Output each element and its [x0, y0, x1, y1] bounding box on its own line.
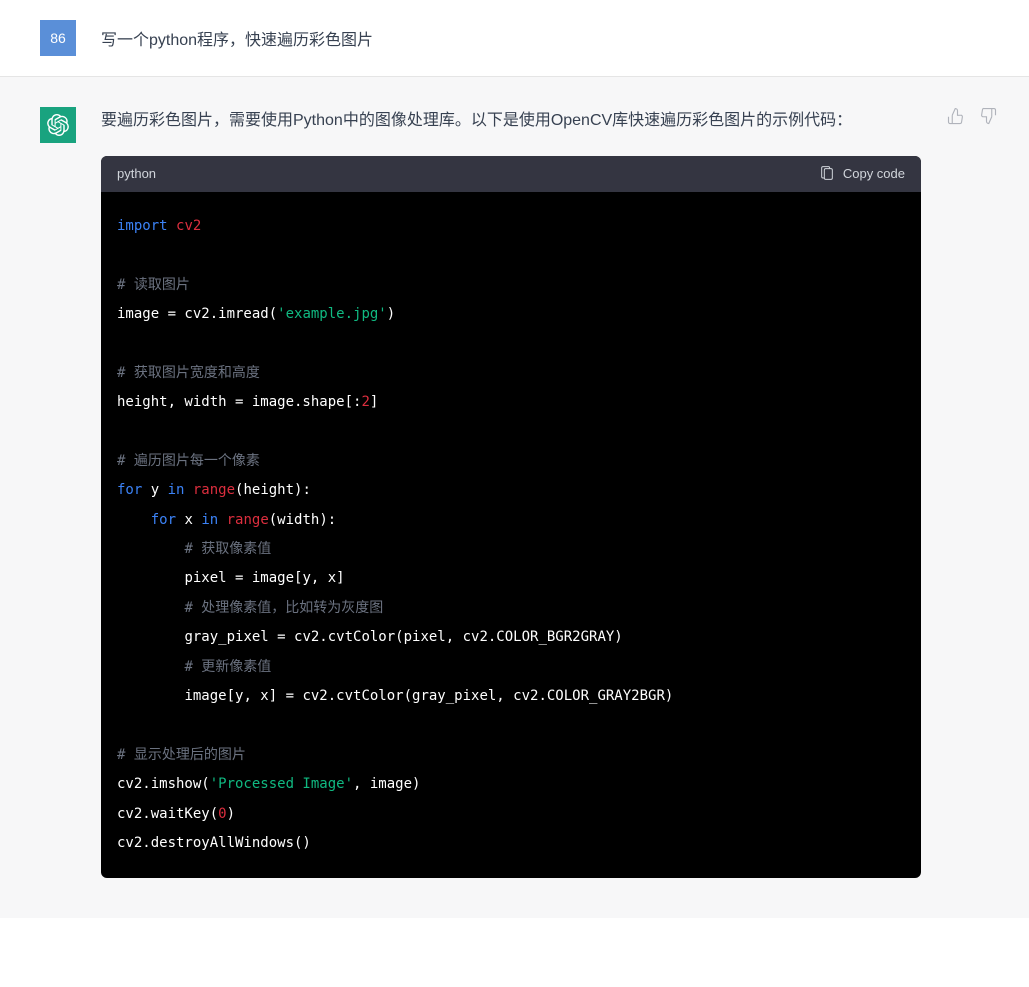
code-token: # 读取图片 — [117, 277, 190, 293]
code-token: import — [117, 218, 168, 234]
user-prompt-text: 写一个python程序，快速遍历彩色图片 — [101, 20, 373, 56]
assistant-message: 要遍历彩色图片，需要使用Python中的图像处理库。以下是使用OpenCV库快速… — [0, 76, 1029, 918]
thumbs-up-icon — [947, 107, 965, 125]
code-token: ) — [387, 306, 395, 322]
code-token: pixel = image[y, x] — [184, 570, 344, 586]
assistant-content: 要遍历彩色图片，需要使用Python中的图像处理库。以下是使用OpenCV库快速… — [101, 107, 921, 878]
thumbs-up-button[interactable] — [947, 107, 967, 127]
code-token: # 处理像素值，比如转为灰度图 — [184, 600, 383, 616]
code-token: for — [151, 512, 176, 528]
assistant-intro-text: 要遍历彩色图片，需要使用Python中的图像处理库。以下是使用OpenCV库快速… — [101, 107, 921, 136]
code-token: range — [184, 482, 235, 498]
user-avatar-badge: 86 — [40, 20, 76, 56]
code-token: # 获取像素值 — [184, 541, 271, 557]
code-language-label: python — [117, 166, 156, 181]
code-token: (height): — [235, 482, 311, 498]
code-token: gray_pixel = cv2.cvtColor(pixel, cv2.COL… — [184, 629, 622, 645]
code-token: # 获取图片宽度和高度 — [117, 365, 260, 381]
code-token: (width): — [269, 512, 336, 528]
code-content[interactable]: import cv2 # 读取图片 image = cv2.imread('ex… — [101, 192, 921, 879]
code-token: height, width = image.shape[: — [117, 394, 361, 410]
copy-code-button[interactable]: Copy code — [819, 166, 905, 182]
code-token: cv2.destroyAllWindows() — [117, 835, 311, 851]
openai-logo-icon — [47, 114, 69, 136]
code-token: # 遍历图片每一个像素 — [117, 453, 260, 469]
code-token: cv2 — [176, 218, 201, 234]
thumbs-down-icon — [979, 107, 997, 125]
code-token: cv2.imshow( — [117, 776, 210, 792]
code-token: in — [201, 512, 218, 528]
user-message: 86 写一个python程序，快速遍历彩色图片 — [0, 0, 1029, 76]
code-token: ] — [370, 394, 378, 410]
code-token: x — [176, 512, 201, 528]
assistant-avatar — [40, 107, 76, 143]
code-token: , image) — [353, 776, 420, 792]
copy-code-label: Copy code — [843, 166, 905, 181]
code-token: 'example.jpg' — [277, 306, 387, 322]
code-token: # 更新像素值 — [184, 659, 271, 675]
code-token: 'Processed Image' — [210, 776, 353, 792]
code-header: python Copy code — [101, 156, 921, 192]
code-block: python Copy code import cv2 # 读取图片 image… — [101, 156, 921, 879]
code-token: image = cv2.imread( — [117, 306, 277, 322]
clipboard-icon — [819, 166, 835, 182]
thumbs-down-button[interactable] — [979, 107, 999, 127]
code-token: range — [218, 512, 269, 528]
code-token: for — [117, 482, 142, 498]
code-token: image[y, x] = cv2.cvtColor(gray_pixel, c… — [184, 688, 673, 704]
code-token: y — [142, 482, 167, 498]
code-token: cv2.waitKey( — [117, 806, 218, 822]
code-token: 2 — [361, 394, 369, 410]
code-token: 0 — [218, 806, 226, 822]
code-token: ) — [227, 806, 235, 822]
feedback-buttons — [947, 107, 999, 127]
code-token: in — [168, 482, 185, 498]
code-token: # 显示处理后的图片 — [117, 747, 246, 763]
